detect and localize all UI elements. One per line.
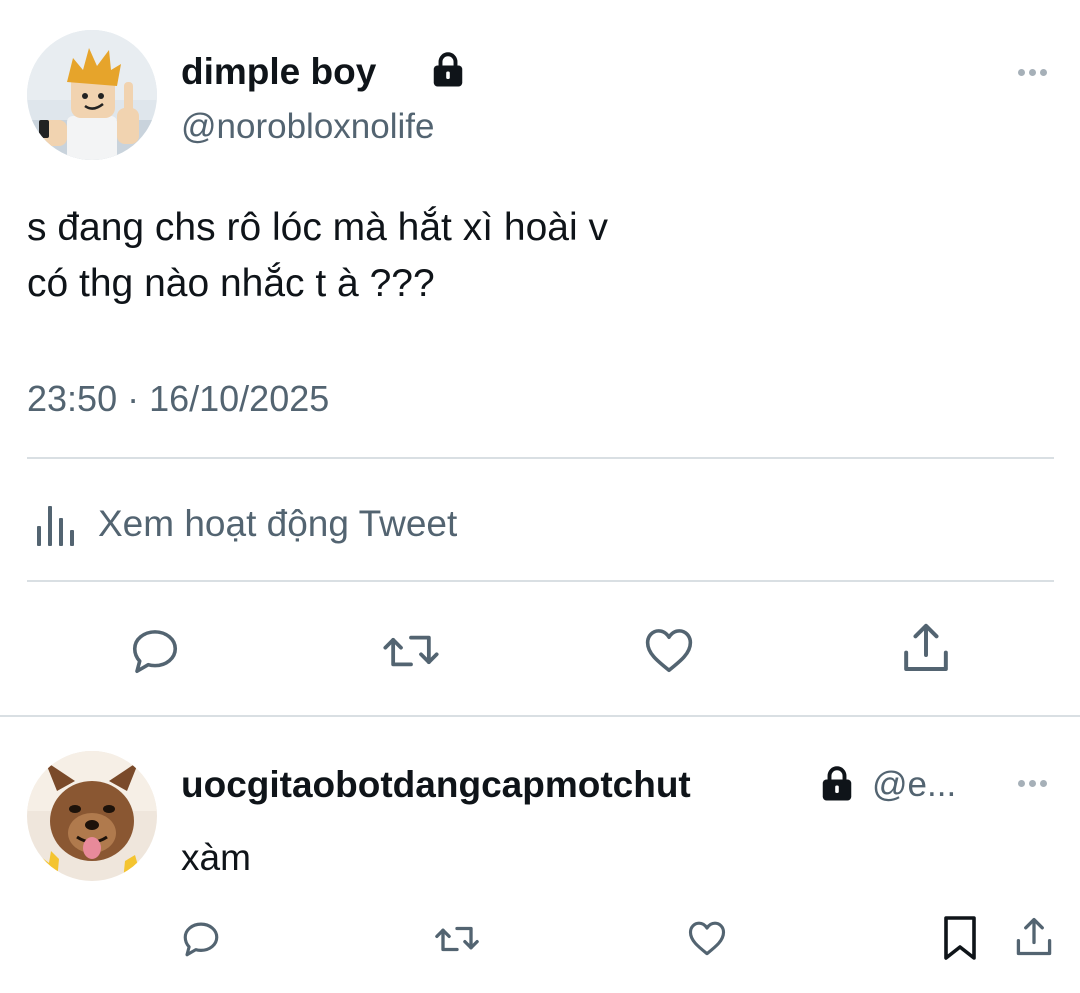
tweet-timestamp[interactable]: 23:50 · 16/10/2025 — [27, 377, 329, 421]
reply-retweet-icon[interactable] — [434, 918, 480, 960]
lock-icon — [822, 766, 852, 801]
divider — [0, 715, 1080, 717]
analytics-icon — [37, 506, 74, 546]
author-avatar[interactable] — [27, 30, 157, 160]
reply-author-display-name[interactable]: uocgitaobotdangcapmotchut — [181, 763, 691, 807]
bookmark-icon[interactable] — [940, 914, 980, 962]
author-handle[interactable]: @norobloxnolife — [181, 105, 434, 149]
reply-like-icon[interactable] — [686, 918, 728, 958]
reply-author-avatar[interactable] — [27, 751, 157, 881]
reply-author-handle[interactable]: @e... — [872, 763, 956, 807]
retweet-icon[interactable] — [382, 624, 440, 678]
tweet-activity-link[interactable]: Xem hoạt động Tweet — [34, 496, 457, 552]
divider — [27, 457, 1054, 459]
author-display-name[interactable]: dimple boy — [181, 50, 376, 94]
lock-icon — [433, 52, 463, 87]
reply-text: xàm — [181, 837, 251, 878]
roblox-avatar-image — [27, 30, 157, 160]
tweet-text-line: có thg nào nhắc t à ??? — [27, 262, 435, 305]
reply-more-options-icon[interactable] — [1018, 780, 1047, 787]
like-icon[interactable] — [642, 624, 696, 676]
divider — [27, 580, 1054, 582]
share-icon[interactable] — [898, 620, 954, 676]
reply-icon[interactable] — [128, 624, 182, 678]
reply-reply-icon[interactable] — [180, 918, 222, 960]
more-options-icon[interactable] — [1018, 69, 1047, 76]
tweet-text-line: s đang chs rô lóc mà hắt xì hoài v — [27, 206, 608, 249]
tweet-text: s đang chs rô lóc mà hắt xì hoài v có th… — [27, 200, 1037, 312]
reply-share-icon[interactable] — [1012, 914, 1056, 960]
dog-avatar-image — [27, 751, 157, 881]
tweet-activity-label: Xem hoạt động Tweet — [98, 503, 458, 544]
